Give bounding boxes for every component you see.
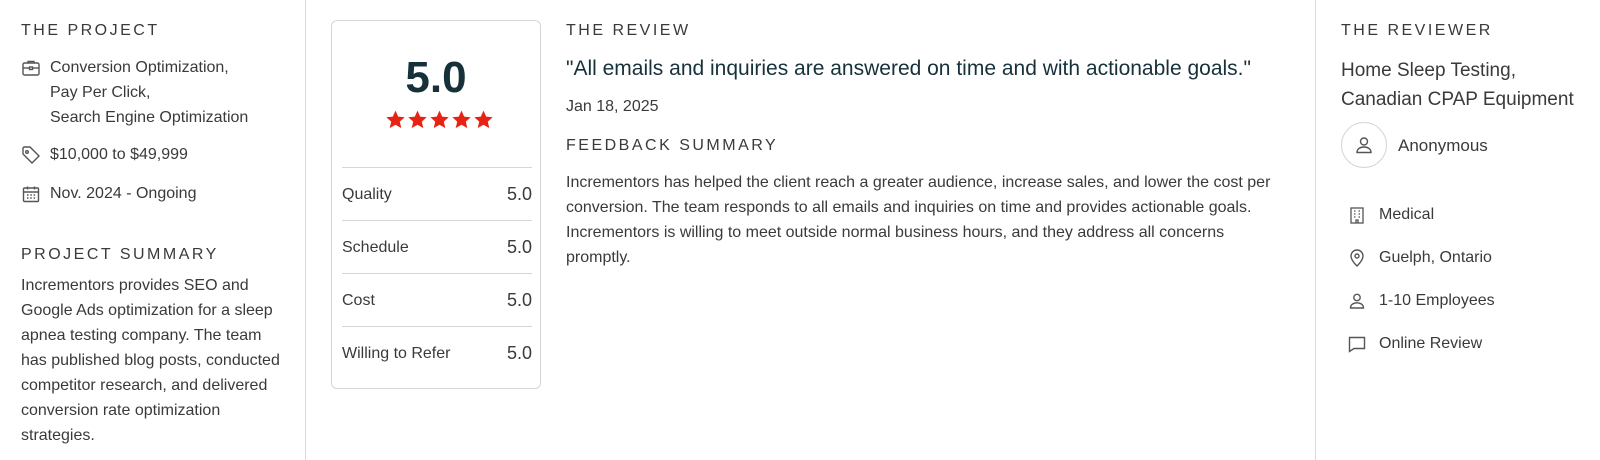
briefcase-icon xyxy=(22,60,40,76)
score-label: Cost xyxy=(342,291,375,309)
score-label: Quality xyxy=(342,185,392,203)
project-summary-heading: PROJECT SUMMARY xyxy=(21,246,219,263)
column-divider xyxy=(305,0,306,460)
review-date: Jan 18, 2025 xyxy=(566,98,659,115)
chat-bubble-icon xyxy=(1348,336,1366,353)
score-row-willing-to-refer: Willing to Refer 5.0 xyxy=(342,326,532,380)
service-item: Search Engine Optimization xyxy=(50,109,249,126)
star-icon xyxy=(430,110,449,129)
score-value: 5.0 xyxy=(506,184,532,204)
reviewer-size: 1-10 Employees xyxy=(1347,291,1495,311)
review-type-text: Online Review xyxy=(1379,335,1483,352)
column-divider xyxy=(1315,0,1316,460)
feedback-summary-heading: FEEDBACK SUMMARY xyxy=(566,137,779,154)
industry-text: Medical xyxy=(1379,206,1435,223)
project-timeline: Nov. 2024 - Ongoing xyxy=(21,184,196,206)
star-icon xyxy=(386,110,405,129)
score-value: 5.0 xyxy=(506,237,532,257)
score-row-schedule: Schedule 5.0 xyxy=(342,220,532,274)
star-icon xyxy=(452,110,471,129)
score-row-quality: Quality 5.0 xyxy=(342,167,532,221)
user-icon xyxy=(1356,137,1372,154)
calendar-icon xyxy=(22,186,40,203)
score-value: 5.0 xyxy=(506,290,532,310)
project-summary-text: Incrementors provides SEO and Google Ads… xyxy=(21,277,280,444)
reviewer-industry: Medical xyxy=(1347,205,1434,225)
score-label: Willing to Refer xyxy=(342,344,451,362)
score-row-cost: Cost 5.0 xyxy=(342,273,532,327)
building-icon xyxy=(1350,207,1364,224)
reviewer-company-line: Home Sleep Testing, xyxy=(1341,60,1516,81)
review-heading: THE REVIEW xyxy=(566,22,691,39)
score-value: 5.0 xyxy=(506,343,532,363)
reviewer-company-line: Canadian CPAP Equipment xyxy=(1341,89,1574,110)
size-text: 1-10 Employees xyxy=(1379,292,1495,309)
star-icon xyxy=(474,110,493,129)
location-pin-icon xyxy=(1350,249,1364,267)
review-quote: "All emails and inquiries are answered o… xyxy=(566,57,1251,80)
score-label: Schedule xyxy=(342,238,409,256)
tag-icon xyxy=(22,146,40,164)
feedback-summary-text: Incrementors has helped the client reach… xyxy=(566,174,1271,266)
avatar xyxy=(1341,122,1387,168)
location-text: Guelph, Ontario xyxy=(1379,249,1492,266)
person-icon xyxy=(1349,293,1365,309)
project-services: Conversion Optimization, Pay Per Click, … xyxy=(21,58,248,130)
project-budget: $10,000 to $49,999 xyxy=(21,145,188,167)
reviewer-name: Anonymous xyxy=(1398,136,1488,155)
reviewer-heading: THE REVIEWER xyxy=(1341,22,1493,39)
overall-rating: 5.0 xyxy=(405,53,467,102)
project-heading: THE PROJECT xyxy=(21,22,160,39)
project-column: THE PROJECT Conversion Optimization, Pay… xyxy=(0,0,305,460)
service-item: Pay Per Click, xyxy=(50,84,151,101)
rating-card: 5.0 Quality 5.0 Schedule 5.0 Cost 5.0 Wi… xyxy=(331,20,541,389)
reviewer-company: Home Sleep Testing, Canadian CPAP Equipm… xyxy=(1341,56,1574,114)
reviewer-location: Guelph, Ontario xyxy=(1347,248,1492,268)
service-item: Conversion Optimization, xyxy=(50,59,229,76)
star-icon xyxy=(408,110,427,129)
star-rating xyxy=(385,109,494,130)
reviewer-review-type: Online Review xyxy=(1347,334,1482,354)
budget-text: $10,000 to $49,999 xyxy=(50,146,188,163)
timeline-text: Nov. 2024 - Ongoing xyxy=(50,185,197,202)
